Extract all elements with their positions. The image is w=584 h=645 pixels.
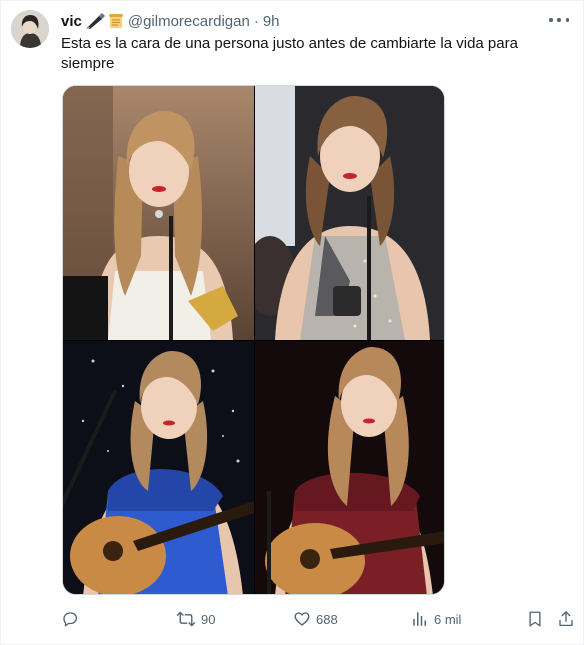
share-button[interactable] <box>557 607 575 631</box>
views-icon <box>411 610 429 628</box>
retweet-button[interactable]: 90 <box>176 607 215 631</box>
user-handle[interactable]: @gilmorecardigan <box>128 13 250 30</box>
share-icon <box>557 610 575 628</box>
tweet-header: vic @gilmorecardigan · 9h <box>61 11 280 31</box>
photo-vmas-sparkle-dress[interactable] <box>255 86 444 340</box>
reply-icon <box>61 610 79 628</box>
photo-blue-dress-guitar[interactable] <box>63 341 254 594</box>
retweet-count: 90 <box>201 611 216 627</box>
views-button[interactable]: 6 mil <box>411 607 461 631</box>
tweet-text: Esta es la cara de una persona justo ant… <box>61 35 518 72</box>
heart-icon <box>293 610 311 628</box>
feather-pen-emoji <box>85 13 105 29</box>
more-options-icon[interactable] <box>549 13 569 27</box>
action-bar: 90 688 6 mil <box>61 607 577 631</box>
reply-button[interactable] <box>61 607 84 631</box>
views-count: 6 mil <box>434 611 462 627</box>
like-count: 688 <box>316 611 338 627</box>
avatar[interactable] <box>11 10 49 48</box>
like-button[interactable]: 688 <box>293 607 338 631</box>
photo-red-dress-guitar[interactable] <box>255 341 444 594</box>
tweet-card[interactable]: vic @gilmorecardigan · 9h Esta es la car… <box>0 0 584 645</box>
separator-dot: · <box>253 12 259 30</box>
bookmark-icon <box>526 610 544 628</box>
retweet-icon <box>176 610 196 628</box>
media-grid[interactable] <box>62 85 445 595</box>
scroll-emoji <box>108 13 124 29</box>
display-name[interactable]: vic <box>61 13 82 30</box>
photo-grammys-white-dress[interactable] <box>63 86 254 340</box>
bookmark-button[interactable] <box>526 607 544 631</box>
timestamp[interactable]: 9h <box>263 13 280 30</box>
